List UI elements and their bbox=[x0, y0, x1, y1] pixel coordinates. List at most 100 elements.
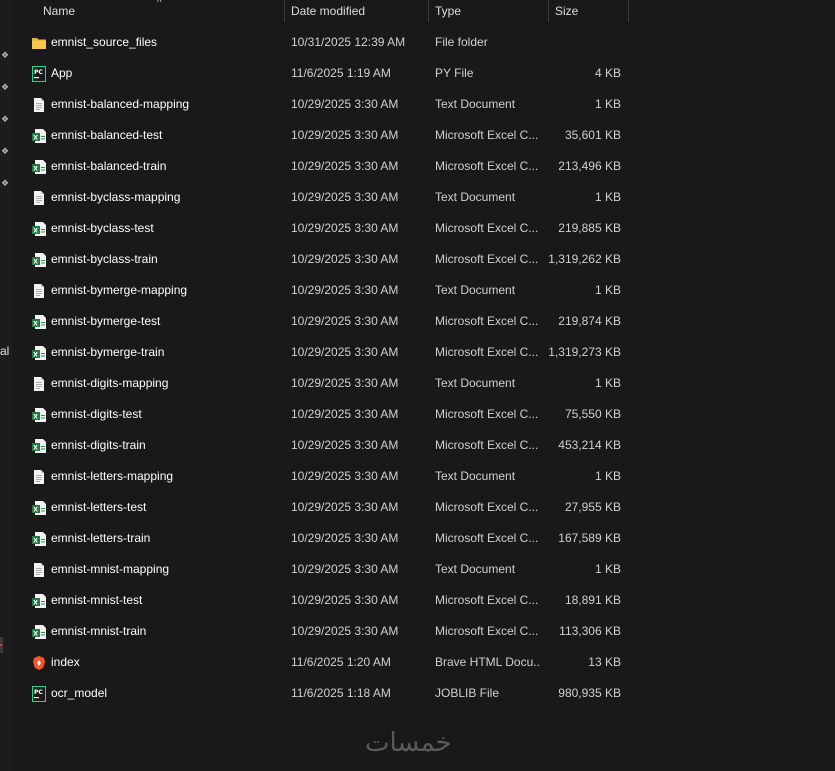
file-type: Microsoft Excel C... bbox=[435, 314, 539, 328]
excel-csv-icon: X bbox=[31, 593, 47, 609]
file-size: 980,935 KB bbox=[558, 686, 621, 700]
file-row[interactable]: emnist_source_files 10/31/2025 12:39 AM Fi… bbox=[0, 27, 835, 58]
text-document-icon bbox=[31, 376, 47, 392]
file-date-modified: 11/6/2025 1:19 AM bbox=[291, 66, 391, 80]
column-divider[interactable] bbox=[428, 0, 429, 22]
file-date-modified: 10/29/2025 3:30 AM bbox=[291, 345, 399, 359]
file-size: 1 KB bbox=[594, 283, 621, 297]
file-row[interactable]: emnist-bymerge-mapping 10/29/2025 3:30 AM… bbox=[0, 275, 835, 306]
file-date-modified: 10/29/2025 3:30 AM bbox=[291, 376, 399, 390]
brave-html-icon bbox=[31, 655, 47, 671]
file-type: PY File bbox=[435, 66, 474, 80]
text-document-icon bbox=[31, 283, 47, 299]
file-size: 27,955 KB bbox=[564, 500, 621, 514]
svg-text:X: X bbox=[33, 507, 38, 514]
column-header-size[interactable]: Size bbox=[555, 0, 578, 22]
file-size: 453,214 KB bbox=[558, 438, 621, 452]
file-row[interactable]: Xemnist-letters-train 10/29/2025 3:30 AM M… bbox=[0, 523, 835, 554]
file-name: emnist-bymerge-mapping bbox=[51, 283, 188, 297]
file-size: 1 KB bbox=[594, 469, 621, 483]
text-document-icon bbox=[31, 97, 47, 113]
file-date-modified: 10/29/2025 3:30 AM bbox=[291, 190, 399, 204]
file-row[interactable]: Xemnist-digits-train 10/29/2025 3:30 AM Mi… bbox=[0, 430, 835, 461]
file-row[interactable]: Xemnist-bymerge-train 10/29/2025 3:30 AM M… bbox=[0, 337, 835, 368]
column-header-name[interactable]: Name bbox=[43, 0, 75, 22]
file-name: emnist-letters-test bbox=[51, 500, 147, 514]
file-row[interactable]: emnist-letters-mapping 10/29/2025 3:30 AM… bbox=[0, 461, 835, 492]
file-row[interactable]: Xemnist-mnist-test 10/29/2025 3:30 AM Micr… bbox=[0, 585, 835, 616]
svg-text:X: X bbox=[33, 631, 38, 638]
file-type: Text Document bbox=[435, 97, 516, 111]
file-name: emnist-letters-mapping bbox=[51, 469, 174, 483]
file-name: emnist-digits-test bbox=[51, 407, 142, 421]
file-type: Microsoft Excel C... bbox=[435, 159, 539, 173]
file-row[interactable]: PC App 11/6/2025 1:19 AM PY File 4 KB bbox=[0, 58, 835, 89]
excel-csv-icon: X bbox=[31, 221, 47, 237]
file-name: emnist-digits-train bbox=[51, 438, 146, 452]
sort-arrow-icon: ∧ bbox=[156, 0, 163, 5]
file-row[interactable]: Xemnist-digits-test 10/29/2025 3:30 AM Mic… bbox=[0, 399, 835, 430]
file-type: JOBLIB File bbox=[435, 686, 500, 700]
file-type: Microsoft Excel C... bbox=[435, 252, 539, 266]
excel-csv-icon: X bbox=[31, 345, 47, 361]
svg-text:X: X bbox=[33, 135, 38, 142]
file-size: 219,885 KB bbox=[558, 221, 621, 235]
column-divider[interactable] bbox=[548, 0, 549, 22]
file-type: Microsoft Excel C... bbox=[435, 624, 539, 638]
file-size: 1,319,262 KB bbox=[548, 252, 621, 266]
file-size: 167,589 KB bbox=[558, 531, 621, 545]
file-date-modified: 10/29/2025 3:30 AM bbox=[291, 283, 399, 297]
svg-text:X: X bbox=[33, 414, 38, 421]
file-date-modified: 10/29/2025 3:30 AM bbox=[291, 159, 399, 173]
file-date-modified: 10/29/2025 3:30 AM bbox=[291, 500, 399, 514]
excel-csv-icon: X bbox=[31, 252, 47, 268]
file-row[interactable]: Xemnist-balanced-train 10/29/2025 3:30 AM… bbox=[0, 151, 835, 182]
file-row[interactable]: PC ocr_model 11/6/2025 1:18 AM JOBLIB File 9… bbox=[0, 678, 835, 709]
file-date-modified: 10/29/2025 3:30 AM bbox=[291, 221, 399, 235]
file-name: emnist-mnist-train bbox=[51, 624, 147, 638]
file-name: emnist-digits-mapping bbox=[51, 376, 169, 390]
file-size: 75,550 KB bbox=[564, 407, 621, 421]
file-type: Brave HTML Docu... bbox=[435, 655, 541, 669]
column-header-type[interactable]: Type bbox=[435, 0, 461, 22]
pycharm-file-icon: PC bbox=[31, 686, 47, 702]
excel-csv-icon: X bbox=[31, 159, 47, 175]
file-size: 1 KB bbox=[594, 97, 621, 111]
file-type: Microsoft Excel C... bbox=[435, 221, 539, 235]
file-date-modified: 10/29/2025 3:30 AM bbox=[291, 469, 399, 483]
file-size: 213,496 KB bbox=[558, 159, 621, 173]
file-size: 13 KB bbox=[588, 655, 621, 669]
file-type: Text Document bbox=[435, 376, 516, 390]
file-name: emnist-byclass-mapping bbox=[51, 190, 181, 204]
file-row[interactable]: Xemnist-mnist-train 10/29/2025 3:30 AM Mic… bbox=[0, 616, 835, 647]
svg-text:X: X bbox=[33, 352, 38, 359]
file-type: File folder bbox=[435, 35, 488, 49]
watermark-logo: خمسات bbox=[365, 728, 452, 758]
file-date-modified: 10/29/2025 3:30 AM bbox=[291, 252, 399, 266]
file-row[interactable]: Xemnist-bymerge-test 10/29/2025 3:30 AM Mi… bbox=[0, 306, 835, 337]
column-divider[interactable] bbox=[284, 0, 285, 22]
folder-icon bbox=[31, 35, 47, 51]
column-header-bar: ∧ Name Date modified Type Size bbox=[0, 0, 835, 22]
file-row[interactable]: emnist-balanced-mapping 10/29/2025 3:30 A… bbox=[0, 89, 835, 120]
file-row[interactable]: Xemnist-byclass-test 10/29/2025 3:30 AM Mi… bbox=[0, 213, 835, 244]
file-row[interactable]: Xemnist-letters-test 10/29/2025 3:30 AM Mi… bbox=[0, 492, 835, 523]
column-divider[interactable] bbox=[628, 0, 629, 22]
file-size: 18,891 KB bbox=[564, 593, 621, 607]
file-name: emnist_source_files bbox=[51, 35, 158, 49]
file-date-modified: 11/6/2025 1:20 AM bbox=[291, 655, 391, 669]
column-header-date-modified[interactable]: Date modified bbox=[291, 0, 365, 22]
file-date-modified: 11/6/2025 1:18 AM bbox=[291, 686, 391, 700]
file-row[interactable]: emnist-mnist-mapping 10/29/2025 3:30 AM Te… bbox=[0, 554, 835, 585]
file-row[interactable]: Xemnist-byclass-train 10/29/2025 3:30 AM M… bbox=[0, 244, 835, 275]
file-row[interactable]: emnist-byclass-mapping 10/29/2025 3:30 AM… bbox=[0, 182, 835, 213]
file-type: Microsoft Excel C... bbox=[435, 438, 539, 452]
file-size: 35,601 KB bbox=[564, 128, 621, 142]
file-row[interactable]: emnist-digits-mapping 10/29/2025 3:30 AM T… bbox=[0, 368, 835, 399]
excel-csv-icon: X bbox=[31, 438, 47, 454]
svg-text:PC: PC bbox=[34, 689, 43, 696]
file-name: emnist-bymerge-train bbox=[51, 345, 165, 359]
file-row[interactable]: Xemnist-balanced-test 10/29/2025 3:30 AM M… bbox=[0, 120, 835, 151]
file-row[interactable]: index 11/6/2025 1:20 AM Brave HTML Docu...… bbox=[0, 647, 835, 678]
excel-csv-icon: X bbox=[31, 314, 47, 330]
